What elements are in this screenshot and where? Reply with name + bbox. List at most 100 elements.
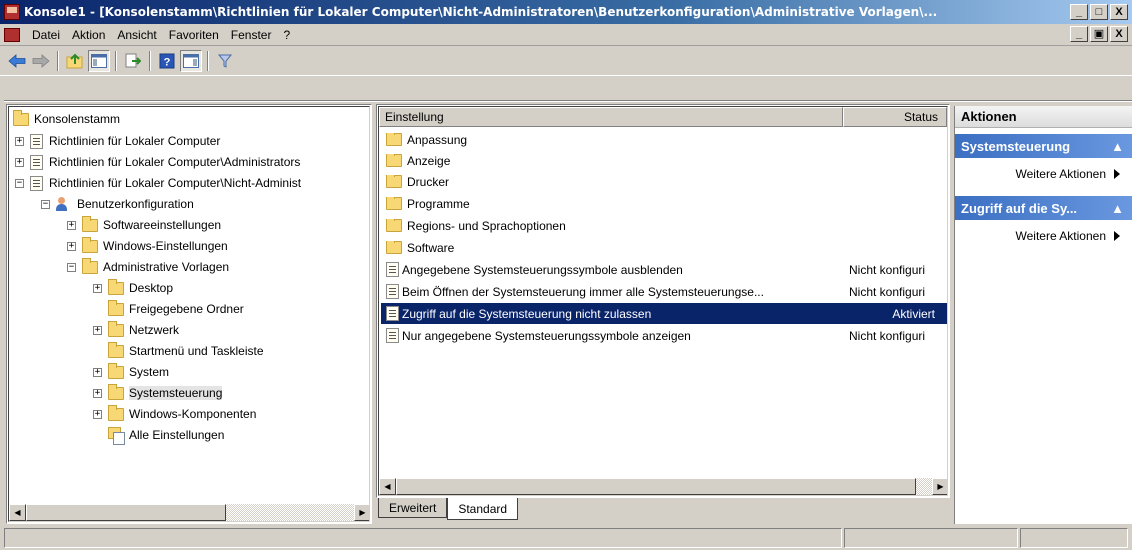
list-item-policy-selected[interactable]: Zugriff auf die Systemsteuerung nicht zu… (381, 303, 947, 324)
expand-icon[interactable]: + (67, 220, 76, 230)
filter-icon[interactable] (214, 50, 236, 72)
show-hide-tree-icon[interactable] (88, 49, 110, 72)
actions-section-systemsteuerung[interactable]: Systemsteuerung ▲ (955, 134, 1132, 158)
policy-setting-icon (386, 262, 399, 277)
list-horizontal-scrollbar[interactable]: ◀ ▶ (379, 478, 947, 495)
tree-item-desktop[interactable]: + Desktop (93, 278, 173, 298)
tree-item-systemsteuerung[interactable]: + Systemsteuerung (93, 383, 223, 403)
list-item[interactable]: Drucker (381, 171, 947, 192)
menu-favoriten[interactable]: Favoriten (163, 28, 225, 42)
scroll-right-icon[interactable]: ▶ (932, 478, 947, 495)
menu-aktion[interactable]: Aktion (66, 28, 111, 42)
tree-item-netzwerk[interactable]: + Netzwerk (93, 320, 179, 340)
help-icon[interactable]: ? (156, 50, 178, 72)
expand-icon[interactable]: + (93, 409, 102, 419)
folder-icon (108, 404, 124, 421)
close-button[interactable]: X (1110, 4, 1128, 20)
tab-standard[interactable]: Standard (447, 498, 519, 520)
view-tabs: Erweitert Standard (378, 498, 519, 522)
folder-icon (82, 257, 98, 274)
expand-icon[interactable]: + (93, 325, 102, 335)
tree-item-softwareeinstellungen[interactable]: + Softwareeinstellungen (67, 215, 221, 235)
collapse-icon[interactable]: − (15, 178, 24, 188)
expand-icon[interactable]: + (15, 157, 24, 167)
status-panel-3 (1020, 528, 1128, 548)
expand-icon[interactable]: + (15, 136, 24, 146)
window-title: Konsole1 - [Konsolenstamm\Richtlinien fü… (24, 5, 938, 19)
actions-section-zugriff[interactable]: Zugriff auf die Sy... ▲ (955, 196, 1132, 220)
tree-item-startmenu[interactable]: Startmenü und Taskleiste (108, 341, 264, 361)
list-item-policy[interactable]: Nur angegebene Systemsteuerungssymbole a… (381, 325, 947, 346)
tree-item-system[interactable]: + System (93, 362, 169, 382)
status-panel-main (4, 528, 842, 548)
show-hide-actions-icon[interactable] (180, 49, 202, 72)
menu-fenster[interactable]: Fenster (225, 28, 278, 42)
users-icon (56, 196, 72, 212)
menu-datei[interactable]: Datei (26, 28, 66, 42)
scroll-left-icon[interactable]: ◀ (9, 504, 26, 521)
export-list-icon[interactable] (122, 50, 144, 72)
scrollbar-track[interactable] (226, 504, 354, 521)
mdi-restore-button[interactable]: ▣ (1090, 26, 1108, 42)
mdi-minimize-button[interactable]: _ (1070, 26, 1088, 42)
list-item[interactable]: Programme (381, 193, 947, 214)
weitere-aktionen-1[interactable]: Weitere Aktionen (955, 158, 1132, 190)
tree-item-richtlinien-nichtadmins[interactable]: − Richtlinien für Lokaler Computer\Nicht… (15, 173, 301, 193)
list-item-policy[interactable]: Angegebene Systemsteuerungssymbole ausbl… (381, 259, 947, 280)
tree-horizontal-scrollbar[interactable]: ◀ ▶ (9, 504, 369, 521)
actions-pane: Aktionen Systemsteuerung ▲ Weitere Aktio… (954, 106, 1132, 524)
folder-icon (108, 299, 124, 316)
list-item[interactable]: Regions- und Sprachoptionen (381, 215, 947, 236)
policy-icon (30, 175, 43, 191)
collapse-section-icon[interactable]: ▲ (1111, 201, 1124, 216)
tree-item-richtlinien-admins[interactable]: + Richtlinien für Lokaler Computer\Admin… (15, 152, 300, 172)
list-item[interactable]: Anpassung (381, 129, 947, 150)
minimize-button[interactable]: _ (1070, 4, 1088, 20)
folder-icon (13, 109, 29, 126)
tree-item-windows-einstellungen[interactable]: + Windows-Einstellungen (67, 236, 228, 256)
column-header-einstellung[interactable]: Einstellung (379, 107, 843, 127)
submenu-arrow-icon (1114, 231, 1120, 241)
mmc-app-icon[interactable] (4, 4, 20, 20)
console-tree-pane: Konsolenstamm + Richtlinien für Lokaler … (6, 104, 372, 524)
tree-item-root[interactable]: Konsolenstamm (13, 109, 120, 129)
expand-icon[interactable]: + (93, 388, 102, 398)
menu-ansicht[interactable]: Ansicht (111, 28, 162, 42)
tab-erweitert[interactable]: Erweitert (378, 498, 448, 518)
list-item[interactable]: Software (381, 237, 947, 258)
tree-item-windows-komponenten[interactable]: + Windows-Komponenten (93, 404, 256, 424)
mdi-close-button[interactable]: X (1110, 26, 1128, 42)
tree-item-richtlinien-lokal[interactable]: + Richtlinien für Lokaler Computer (15, 131, 220, 151)
results-list-pane: Einstellung Status Anpassung Anzeige Dru… (376, 104, 950, 498)
expand-icon[interactable]: + (93, 283, 102, 293)
collapse-section-icon[interactable]: ▲ (1111, 139, 1124, 154)
up-folder-icon[interactable] (64, 50, 86, 72)
expand-icon[interactable]: + (67, 241, 76, 251)
forward-icon[interactable] (30, 50, 52, 72)
folder-icon (386, 240, 402, 254)
scrollbar-track[interactable] (916, 478, 932, 495)
folder-icon (108, 383, 124, 400)
tree-item-benutzerkonfiguration[interactable]: − Benutzerkonfiguration (41, 194, 194, 214)
collapse-icon[interactable]: − (41, 199, 50, 209)
console-document-icon[interactable] (4, 27, 20, 42)
tree-item-alle-einstellungen[interactable]: Alle Einstellungen (108, 425, 224, 445)
scrollbar-thumb[interactable] (396, 478, 916, 495)
toolbar: ? (0, 46, 1132, 76)
weitere-aktionen-2[interactable]: Weitere Aktionen (955, 220, 1132, 252)
list-item-policy[interactable]: Beim Öffnen der Systemsteuerung immer al… (381, 281, 947, 302)
column-header-status[interactable]: Status (843, 107, 947, 127)
all-settings-icon (108, 427, 125, 445)
menu-help[interactable]: ? (277, 28, 296, 42)
scroll-left-icon[interactable]: ◀ (379, 478, 396, 495)
list-item[interactable]: Anzeige (381, 150, 947, 171)
tree-item-administrative-vorlagen[interactable]: − Administrative Vorlagen (67, 257, 229, 277)
collapse-icon[interactable]: − (67, 262, 76, 272)
back-icon[interactable] (6, 50, 28, 72)
tree-item-freigegebene-ordner[interactable]: Freigegebene Ordner (108, 299, 244, 319)
status-bar (0, 526, 1132, 550)
scroll-right-icon[interactable]: ▶ (354, 504, 369, 521)
maximize-button[interactable]: □ (1090, 4, 1108, 20)
scrollbar-thumb[interactable] (26, 504, 226, 521)
expand-icon[interactable]: + (93, 367, 102, 377)
